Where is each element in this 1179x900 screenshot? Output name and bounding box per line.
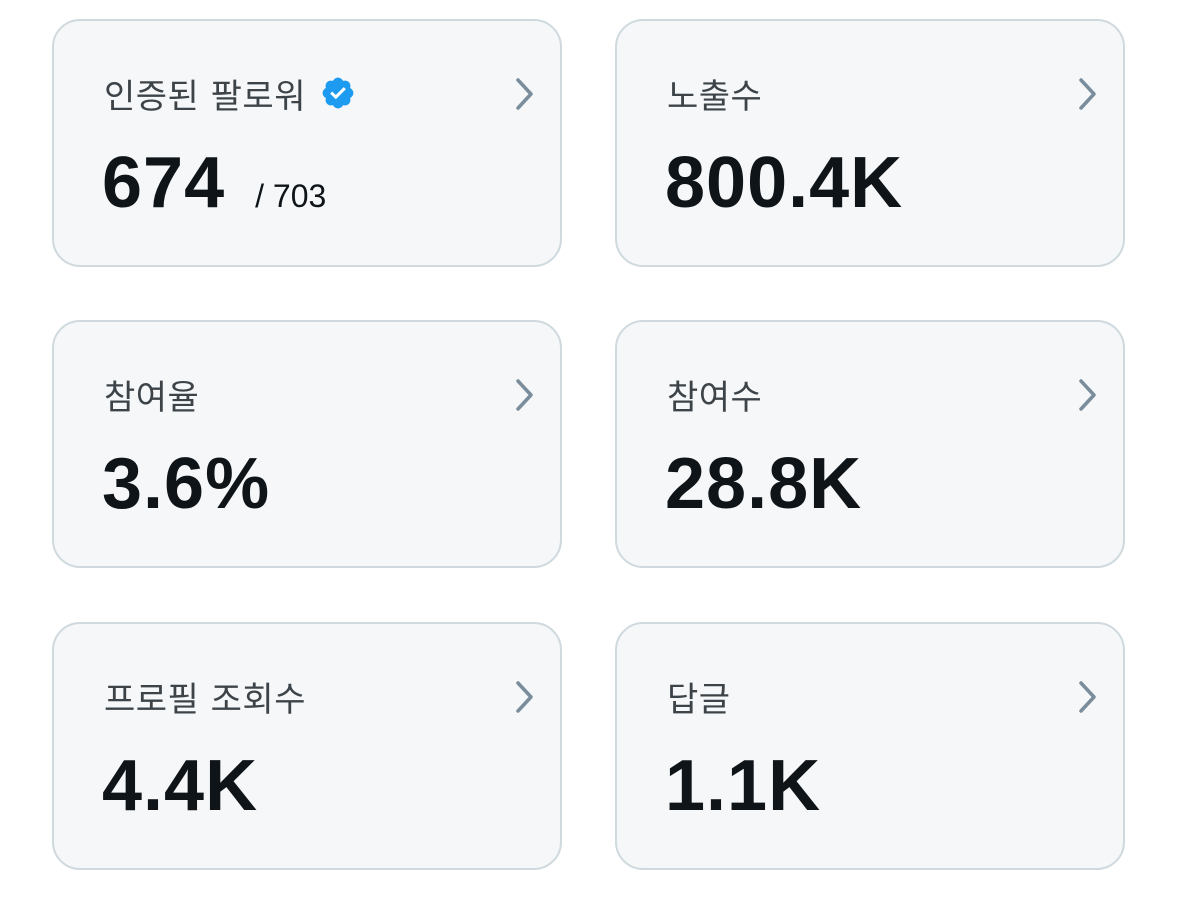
metric-label: 인증된 팔로워: [104, 76, 306, 117]
metric-label: 노출수: [667, 76, 763, 117]
metric-value: 28.8K: [665, 444, 863, 524]
metric-card-impressions[interactable]: 노출수 800.4K: [615, 19, 1125, 267]
metric-value-row: 4.4K: [102, 750, 258, 822]
verified-badge-icon: [320, 75, 356, 111]
metric-value-row: 800.4K: [665, 147, 903, 219]
metric-card-engagements[interactable]: 참여수 28.8K: [615, 320, 1125, 568]
metric-card-replies[interactable]: 답글 1.1K: [615, 622, 1125, 870]
metric-value: 1.1K: [665, 746, 822, 826]
metric-value-row: 1.1K: [665, 750, 821, 822]
metric-card-profile-visits[interactable]: 프로필 조회수 4.4K: [52, 622, 562, 870]
metric-label: 프로필 조회수: [104, 679, 306, 720]
metric-label-row: 참여수: [667, 372, 763, 418]
metric-value-row: 674 / 703: [102, 147, 326, 219]
metric-label: 답글: [667, 679, 731, 720]
chevron-right-icon: [516, 681, 533, 713]
metric-value-row: 28.8K: [665, 448, 862, 520]
analytics-metrics-grid: 인증된 팔로워 674 / 703 노출수 800.4K 참여율 3.6% 참여…: [0, 0, 1179, 900]
chevron-right-icon: [1079, 78, 1096, 110]
metric-total: / 703: [255, 178, 327, 214]
metric-value: 800.4K: [665, 143, 904, 223]
metric-label-row: 인증된 팔로워: [104, 71, 356, 117]
metric-card-engagement-rate[interactable]: 참여율 3.6%: [52, 320, 562, 568]
metric-label: 참여율: [104, 377, 200, 418]
chevron-right-icon: [516, 379, 533, 411]
metric-value: 4.4K: [102, 746, 259, 826]
metric-value: 674: [102, 143, 226, 223]
chevron-right-icon: [1079, 379, 1096, 411]
metric-value-row: 3.6%: [102, 448, 270, 520]
metric-label-row: 노출수: [667, 71, 763, 117]
metric-value: 3.6%: [102, 444, 271, 524]
metric-label: 참여수: [667, 377, 763, 418]
metric-label-row: 참여율: [104, 372, 200, 418]
metric-label-row: 답글: [667, 674, 731, 720]
chevron-right-icon: [516, 78, 533, 110]
chevron-right-icon: [1079, 681, 1096, 713]
metric-card-verified-followers[interactable]: 인증된 팔로워 674 / 703: [52, 19, 562, 267]
metric-label-row: 프로필 조회수: [104, 674, 306, 720]
